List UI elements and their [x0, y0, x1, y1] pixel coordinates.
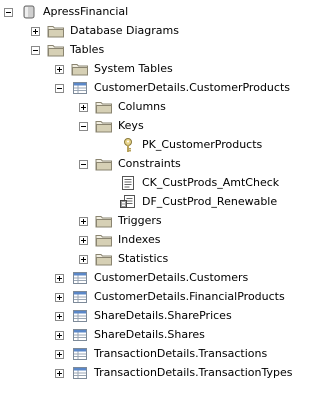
tree-node-label: Triggers — [118, 214, 162, 227]
collapse-toggle-icon[interactable] — [55, 83, 64, 93]
tree-node-financial-products[interactable]: CustomerDetails.FinancialProducts — [55, 288, 286, 306]
tree-node-label: Database Diagrams — [70, 24, 179, 37]
tree-node-label: Indexes — [118, 233, 161, 246]
table-icon — [71, 80, 89, 96]
tree-node-keys[interactable]: Keys — [79, 117, 145, 135]
collapse-toggle-icon[interactable] — [4, 7, 13, 17]
tree-node-apressfinancial[interactable]: ApressFinancial — [4, 3, 129, 21]
tree-node-label: Keys — [118, 119, 144, 132]
database-icon — [20, 4, 38, 20]
folder-icon — [95, 99, 113, 115]
tree-node-label: ApressFinancial — [43, 5, 129, 18]
tree-node-label: Columns — [118, 100, 166, 113]
expand-toggle-icon[interactable] — [55, 330, 64, 340]
tree-node-label: ShareDetails.SharePrices — [94, 309, 232, 322]
collapse-toggle-icon[interactable] — [31, 45, 40, 55]
expand-toggle-icon[interactable] — [31, 26, 40, 36]
table-icon — [71, 289, 89, 305]
expand-toggle-icon[interactable] — [55, 349, 64, 359]
tree-node-tables[interactable]: Tables — [31, 41, 105, 59]
collapse-toggle-icon[interactable] — [79, 121, 88, 131]
collapse-toggle-icon[interactable] — [79, 159, 88, 169]
tree-node-pk-customer-products[interactable]: PK_CustomerProducts — [103, 136, 263, 154]
tree-node-label: CustomerDetails.CustomerProducts — [94, 81, 290, 94]
tree-node-constraints[interactable]: Constraints — [79, 155, 182, 173]
tree-node-transaction-types[interactable]: TransactionDetails.TransactionTypes — [55, 364, 293, 382]
tree-node-database-diagrams[interactable]: Database Diagrams — [31, 22, 180, 40]
tree-node-indexes[interactable]: Indexes — [79, 231, 161, 249]
tree-node-label: CustomerDetails.FinancialProducts — [94, 290, 285, 303]
tree-node-label: Constraints — [118, 157, 181, 170]
table-icon — [71, 365, 89, 381]
folder-icon — [95, 118, 113, 134]
table-icon — [71, 327, 89, 343]
tree-node-label: Tables — [70, 43, 105, 56]
tree-node-label: DF_CustProd_Renewable — [142, 195, 278, 208]
tree-node-label: CustomerDetails.Customers — [94, 271, 249, 284]
expand-toggle-icon[interactable] — [55, 273, 64, 283]
folder-icon — [95, 156, 113, 172]
expand-toggle-icon[interactable] — [55, 64, 64, 74]
tree-node-shares[interactable]: ShareDetails.Shares — [55, 326, 206, 344]
tree-node-ck-custprods-amtcheck[interactable]: CK_CustProds_AmtCheck — [103, 174, 280, 192]
tree-node-label: Statistics — [118, 252, 169, 265]
tree-node-label: TransactionDetails.TransactionTypes — [94, 366, 293, 379]
tree-node-columns[interactable]: Columns — [79, 98, 167, 116]
tree-node-label: System Tables — [94, 62, 173, 75]
expand-toggle-icon[interactable] — [55, 311, 64, 321]
tree-node-df-custprod-renewable[interactable]: DF_CustProd_Renewable — [103, 193, 278, 211]
check-constraint-icon — [119, 175, 137, 191]
tree-node-triggers[interactable]: Triggers — [79, 212, 163, 230]
expand-toggle-icon[interactable] — [79, 235, 88, 245]
tree-node-customer-products[interactable]: CustomerDetails.CustomerProducts — [55, 79, 291, 97]
key-icon — [119, 137, 137, 153]
folder-icon — [95, 232, 113, 248]
folder-icon — [71, 61, 89, 77]
expand-toggle-icon[interactable] — [79, 102, 88, 112]
tree-node-share-prices[interactable]: ShareDetails.SharePrices — [55, 307, 233, 325]
table-icon — [71, 308, 89, 324]
folder-icon — [47, 23, 65, 39]
default-constraint-icon — [119, 194, 137, 210]
tree-node-customers[interactable]: CustomerDetails.Customers — [55, 269, 249, 287]
folder-icon — [95, 213, 113, 229]
table-icon — [71, 270, 89, 286]
tree-node-system-tables[interactable]: System Tables — [55, 60, 174, 78]
tree-node-transactions[interactable]: TransactionDetails.Transactions — [55, 345, 268, 363]
tree-node-label: PK_CustomerProducts — [142, 138, 263, 151]
table-icon — [71, 346, 89, 362]
expand-toggle-icon[interactable] — [55, 292, 64, 302]
expand-toggle-icon[interactable] — [55, 368, 64, 378]
tree-node-label: ShareDetails.Shares — [94, 328, 205, 341]
object-explorer-tree: ApressFinancial Database Diagrams Tables… — [0, 0, 329, 414]
folder-icon — [95, 251, 113, 267]
tree-node-label: CK_CustProds_AmtCheck — [142, 176, 280, 189]
tree-node-statistics[interactable]: Statistics — [79, 250, 169, 268]
expand-toggle-icon[interactable] — [79, 254, 88, 264]
folder-icon — [47, 42, 65, 58]
expand-toggle-icon[interactable] — [79, 216, 88, 226]
tree-node-label: TransactionDetails.Transactions — [94, 347, 268, 360]
